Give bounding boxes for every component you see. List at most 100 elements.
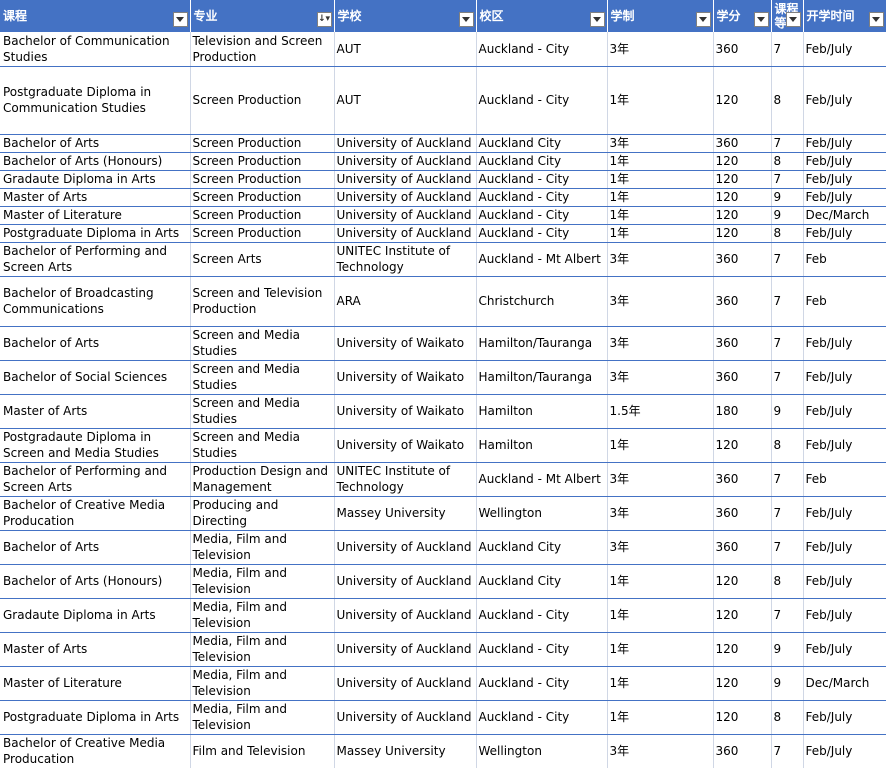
table-cell[interactable]: 120: [713, 188, 772, 207]
table-cell[interactable]: Postgraduate Diploma in Arts: [0, 224, 191, 243]
table-cell[interactable]: Master of Arts: [0, 394, 191, 429]
table-cell[interactable]: University of Auckland: [334, 598, 477, 633]
table-cell[interactable]: Dec/March: [803, 206, 886, 225]
table-cell[interactable]: 1年: [607, 428, 714, 463]
table-cell[interactable]: Feb: [803, 242, 886, 277]
table-cell[interactable]: Bachelor of Broadcasting Communications: [0, 276, 191, 327]
table-cell[interactable]: 120: [713, 152, 772, 171]
column-header[interactable]: 开学时间: [803, 0, 886, 32]
table-cell[interactable]: Auckland - City: [476, 188, 608, 207]
table-cell[interactable]: University of Waikato: [334, 428, 477, 463]
table-cell[interactable]: Bachelor of Performing and Screen Arts: [0, 462, 191, 497]
table-cell[interactable]: 8: [771, 66, 804, 135]
table-cell[interactable]: 1年: [607, 188, 714, 207]
table-cell[interactable]: Feb/July: [803, 32, 886, 67]
table-cell[interactable]: 120: [713, 66, 772, 135]
table-cell[interactable]: 9: [771, 206, 804, 225]
table-cell[interactable]: 3年: [607, 496, 714, 531]
table-cell[interactable]: Massey University: [334, 734, 477, 768]
table-cell[interactable]: 360: [713, 734, 772, 768]
table-cell[interactable]: Hamilton/Tauranga: [476, 326, 608, 361]
table-cell[interactable]: Feb/July: [803, 734, 886, 768]
table-cell[interactable]: Auckland - Mt Albert: [476, 462, 608, 497]
table-cell[interactable]: Master of Arts: [0, 632, 191, 667]
table-cell[interactable]: Bachelor of Arts: [0, 530, 191, 565]
table-cell[interactable]: 360: [713, 134, 772, 153]
table-cell[interactable]: 3年: [607, 360, 714, 395]
table-cell[interactable]: 3年: [607, 32, 714, 67]
table-cell[interactable]: 1年: [607, 666, 714, 701]
table-cell[interactable]: Hamilton/Tauranga: [476, 360, 608, 395]
table-cell[interactable]: 9: [771, 632, 804, 667]
table-cell[interactable]: 3年: [607, 134, 714, 153]
table-cell[interactable]: Feb/July: [803, 152, 886, 171]
table-cell[interactable]: Screen and Media Studies: [190, 428, 335, 463]
filter-dropdown-icon[interactable]: [458, 12, 474, 27]
table-cell[interactable]: 8: [771, 224, 804, 243]
table-cell[interactable]: 3年: [607, 734, 714, 768]
table-cell[interactable]: 8: [771, 152, 804, 171]
table-cell[interactable]: 7: [771, 462, 804, 497]
table-cell[interactable]: Auckland - City: [476, 632, 608, 667]
table-cell[interactable]: Feb: [803, 276, 886, 327]
table-cell[interactable]: AUT: [334, 32, 477, 67]
table-cell[interactable]: 7: [771, 734, 804, 768]
table-cell[interactable]: Bachelor of Creative Media Producation: [0, 496, 191, 531]
table-cell[interactable]: Gradaute Diploma in Arts: [0, 598, 191, 633]
table-cell[interactable]: 180: [713, 394, 772, 429]
table-cell[interactable]: Screen Production: [190, 66, 335, 135]
table-cell[interactable]: Bachelor of Arts (Honours): [0, 564, 191, 599]
table-cell[interactable]: Feb/July: [803, 326, 886, 361]
table-cell[interactable]: University of Auckland: [334, 206, 477, 225]
table-cell[interactable]: Auckland - City: [476, 700, 608, 735]
table-cell[interactable]: Screen Production: [190, 152, 335, 171]
table-cell[interactable]: 360: [713, 32, 772, 67]
table-cell[interactable]: Feb/July: [803, 224, 886, 243]
table-cell[interactable]: 1年: [607, 700, 714, 735]
table-cell[interactable]: Bachelor of Arts: [0, 134, 191, 153]
column-header[interactable]: 课程等: [771, 0, 804, 32]
table-cell[interactable]: Film and Television: [190, 734, 335, 768]
table-cell[interactable]: 7: [771, 134, 804, 153]
column-header[interactable]: 学分: [713, 0, 772, 32]
filter-dropdown-icon[interactable]: [785, 12, 801, 27]
table-cell[interactable]: Media, Film and Television: [190, 666, 335, 701]
column-header[interactable]: 学校: [334, 0, 477, 32]
table-cell[interactable]: Auckland City: [476, 530, 608, 565]
table-cell[interactable]: Auckland - City: [476, 666, 608, 701]
table-cell[interactable]: 9: [771, 666, 804, 701]
filter-dropdown-icon[interactable]: [172, 12, 188, 27]
table-cell[interactable]: University of Auckland: [334, 152, 477, 171]
table-cell[interactable]: Production Design and Management: [190, 462, 335, 497]
table-cell[interactable]: Auckland - Mt Albert: [476, 242, 608, 277]
table-cell[interactable]: Screen and Media Studies: [190, 394, 335, 429]
table-cell[interactable]: 1年: [607, 224, 714, 243]
table-cell[interactable]: University of Auckland: [334, 170, 477, 189]
table-cell[interactable]: UNITEC Institute of Technology: [334, 462, 477, 497]
table-cell[interactable]: 120: [713, 666, 772, 701]
table-cell[interactable]: Feb/July: [803, 360, 886, 395]
table-cell[interactable]: 7: [771, 326, 804, 361]
table-cell[interactable]: Producing and Directing: [190, 496, 335, 531]
table-cell[interactable]: AUT: [334, 66, 477, 135]
table-cell[interactable]: Feb/July: [803, 564, 886, 599]
table-cell[interactable]: University of Auckland: [334, 134, 477, 153]
table-cell[interactable]: University of Auckland: [334, 632, 477, 667]
table-cell[interactable]: Feb/July: [803, 188, 886, 207]
table-cell[interactable]: Gradaute Diploma in Arts: [0, 170, 191, 189]
table-cell[interactable]: 120: [713, 632, 772, 667]
table-cell[interactable]: 3年: [607, 242, 714, 277]
table-cell[interactable]: 7: [771, 32, 804, 67]
table-cell[interactable]: Massey University: [334, 496, 477, 531]
table-cell[interactable]: 1.5年: [607, 394, 714, 429]
table-cell[interactable]: 360: [713, 530, 772, 565]
table-cell[interactable]: 3年: [607, 462, 714, 497]
table-cell[interactable]: UNITEC Institute of Technology: [334, 242, 477, 277]
table-cell[interactable]: University of Auckland: [334, 224, 477, 243]
table-cell[interactable]: 7: [771, 598, 804, 633]
table-cell[interactable]: Dec/March: [803, 666, 886, 701]
table-cell[interactable]: 8: [771, 700, 804, 735]
column-header[interactable]: 学制: [607, 0, 714, 32]
table-cell[interactable]: Screen Production: [190, 206, 335, 225]
table-cell[interactable]: 360: [713, 496, 772, 531]
